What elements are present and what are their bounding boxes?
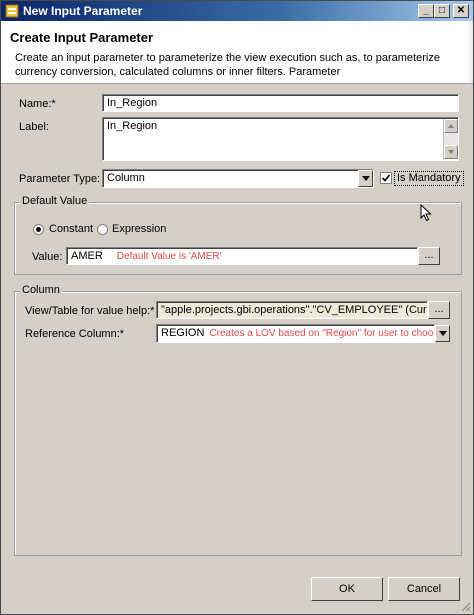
expression-label[interactable]: Expression [112, 223, 166, 236]
window-icon [5, 4, 19, 18]
maximize-button[interactable]: □ [434, 4, 450, 18]
value-label: Value: [32, 251, 63, 263]
view-table-label: View/Table for value help:* [25, 305, 155, 317]
reference-column-label: Reference Column:* [25, 328, 125, 340]
ok-button[interactable]: OK [311, 577, 383, 601]
dialog-header: Create Input Parameter Create an input p… [1, 21, 473, 84]
checkmark-icon [381, 174, 391, 182]
default-value-input[interactable]: AMER Default Value is 'AMER' [66, 247, 418, 265]
scroll-down-icon[interactable] [444, 145, 458, 159]
default-value-hint: Default Value is 'AMER' [116, 251, 222, 262]
chevron-down-icon [362, 176, 370, 181]
expression-radio[interactable] [97, 224, 108, 235]
reference-column-hint: Creates a LOV based on "Region" for user… [209, 328, 435, 339]
dialog-window: New Input Parameter _ □ ✕ Create Input P… [0, 0, 474, 615]
close-button[interactable]: ✕ [453, 4, 469, 18]
label-textarea-text: In_Region [107, 120, 158, 132]
view-table-input[interactable]: "apple.projects.gbi.operations"."CV_EMPL… [156, 301, 428, 319]
label-label: Label: [19, 121, 49, 133]
is-mandatory-label[interactable]: Is Mandatory [394, 171, 464, 186]
header-description: Create an input parameter to parameteriz… [15, 52, 440, 78]
constant-radio[interactable] [33, 224, 44, 235]
parameter-type-select[interactable]: Column [102, 169, 374, 188]
parameter-type-label: Parameter Type: [19, 173, 101, 185]
reference-column-select[interactable]: REGION Creates a LOV based on "Region" fo… [156, 324, 435, 343]
scroll-up-icon[interactable] [444, 119, 458, 133]
reference-column-value: REGION [161, 327, 205, 339]
column-group-title: Column [20, 284, 62, 297]
name-label: Name:* [19, 98, 56, 110]
label-scrollbar[interactable] [443, 119, 458, 159]
cancel-button[interactable]: Cancel [388, 577, 460, 601]
window-title: New Input Parameter [23, 4, 143, 18]
minimize-button[interactable]: _ [418, 4, 434, 18]
header-title: Create Input Parameter [10, 30, 154, 45]
header-edge [467, 21, 473, 83]
view-table-browse-button[interactable]: ... [428, 301, 450, 319]
default-value-text: AMER [71, 250, 103, 262]
constant-label[interactable]: Constant [49, 223, 93, 236]
title-bar[interactable]: New Input Parameter _ □ ✕ [1, 1, 473, 21]
resize-grip-icon[interactable] [459, 600, 471, 612]
chevron-down-icon [439, 331, 447, 336]
default-value-browse-button[interactable]: ... [418, 247, 440, 265]
label-textarea[interactable]: In_Region [102, 117, 459, 161]
is-mandatory-checkbox[interactable] [380, 172, 392, 184]
name-input[interactable]: In_Region [102, 94, 459, 112]
default-value-group-title: Default Value [20, 195, 90, 208]
parameter-type-dropdown-button[interactable] [358, 170, 373, 187]
reference-column-dropdown-button[interactable] [435, 325, 450, 342]
